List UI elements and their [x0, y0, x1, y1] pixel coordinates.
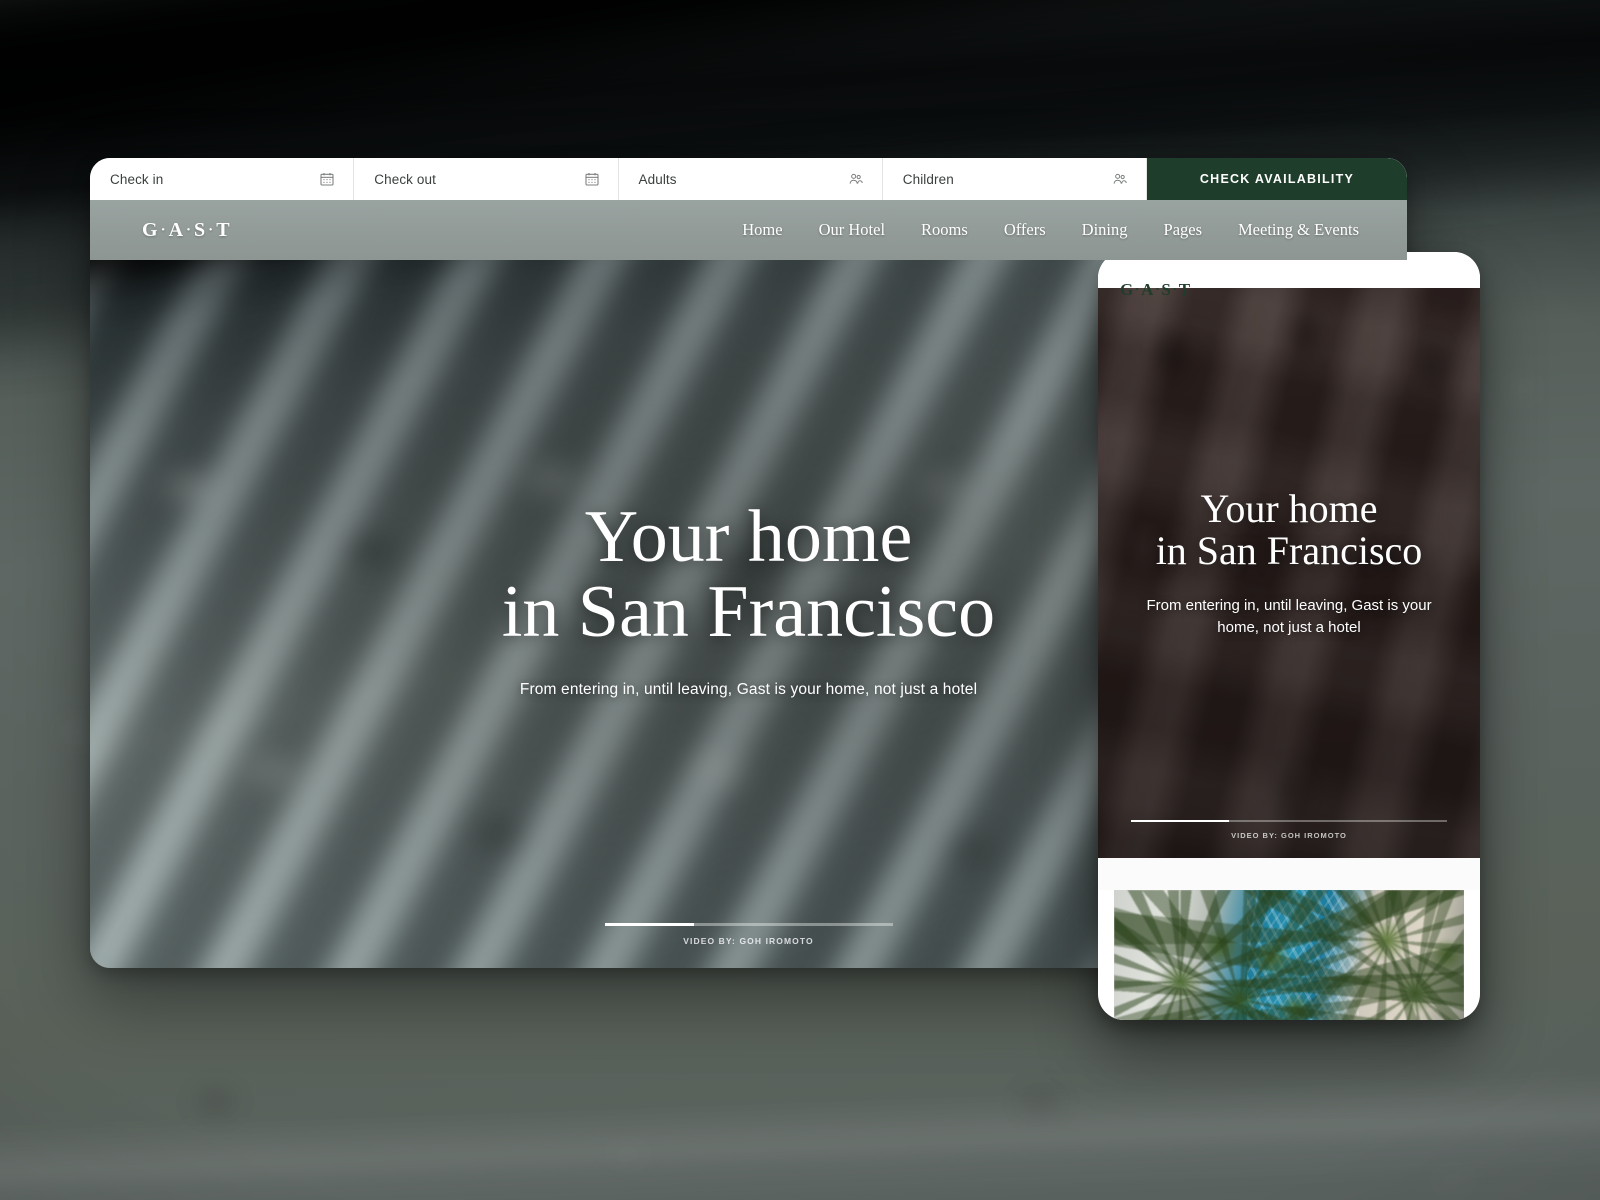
hero-footer: VIDEO BY: GOH IROMOTO — [90, 923, 1407, 946]
check-out-placeholder: Check out — [374, 171, 436, 187]
mobile-hero-heading-line-1: Your home — [1200, 486, 1378, 531]
main-navigation: G · A · S · T Home Our Hotel Rooms Offers Dini… — [90, 200, 1407, 260]
logo-letter-t: T — [216, 218, 231, 241]
nav-item-our-hotel[interactable]: Our Hotel — [819, 220, 885, 240]
mobile-site-logo[interactable]: G·A·S·T — [1120, 280, 1191, 300]
adults-field[interactable]: Adults — [619, 158, 883, 200]
nav-item-home[interactable]: Home — [742, 220, 782, 240]
logo-separator: · — [208, 221, 215, 238]
nav-item-dining[interactable]: Dining — [1082, 220, 1128, 240]
logo-letter-s: S — [1161, 280, 1172, 299]
hero-heading-line-2: in San Francisco — [501, 571, 996, 654]
children-field[interactable]: Children — [883, 158, 1147, 200]
check-out-field[interactable]: Check out — [354, 158, 619, 200]
mobile-hero-subtitle: From entering in, until leaving, Gast is… — [1146, 596, 1432, 636]
logo-letter-s: S — [194, 218, 207, 241]
calendar-icon — [584, 171, 600, 187]
video-progress-fill — [604, 923, 694, 926]
nav-item-pages[interactable]: Pages — [1164, 220, 1203, 240]
logo-letter-a: A — [1141, 280, 1155, 299]
logo-letter-t: T — [1178, 280, 1191, 299]
logo-letter-g: G — [142, 218, 159, 241]
mobile-hero-heading: Your home in San Francisco — [1155, 486, 1423, 574]
hero-heading-line-1: Your home — [584, 496, 913, 578]
adults-placeholder: Adults — [638, 171, 677, 187]
people-icon — [848, 171, 864, 187]
nav-links: Home Our Hotel Rooms Offers Dining Pages… — [742, 220, 1359, 240]
hero-subtitle: From entering in, until leaving, Gast is… — [519, 680, 978, 698]
mobile-video-progress-fill — [1131, 819, 1229, 822]
nav-item-rooms[interactable]: Rooms — [921, 220, 968, 240]
check-in-placeholder: Check in — [110, 171, 164, 187]
video-credit: VIDEO BY: GOH IROMOTO — [683, 936, 814, 946]
mobile-hero-section: Your home in San Francisco From entering… — [1098, 288, 1480, 858]
booking-bar: Check in Check out Adults Children CHECK… — [90, 158, 1407, 200]
logo-separator: · — [1172, 281, 1178, 296]
mobile-video-progress-bar[interactable] — [1131, 819, 1447, 822]
calendar-icon — [319, 171, 335, 187]
mobile-video-credit: VIDEO BY: GOH IROMOTO — [1231, 831, 1347, 840]
mobile-hero-content: Your home in San Francisco From entering… — [1098, 288, 1480, 858]
hero-heading: Your home in San Francisco — [501, 499, 996, 654]
screenshot-stage: Check in Check out Adults Children CHECK… — [0, 0, 1600, 1200]
check-in-field[interactable]: Check in — [90, 158, 355, 200]
logo-separator: · — [160, 221, 167, 238]
logo-letter-a: A — [168, 218, 185, 241]
logo-letter-g: G — [1120, 280, 1135, 299]
site-logo[interactable]: G · A · S · T — [142, 219, 231, 242]
mobile-hero-footer: VIDEO BY: GOH IROMOTO — [1098, 819, 1480, 840]
children-placeholder: Children — [902, 171, 954, 187]
nav-item-meeting-events[interactable]: Meeting & Events — [1238, 220, 1359, 240]
logo-separator: · — [186, 221, 193, 238]
people-icon — [1112, 171, 1128, 187]
mobile-hero-heading-line-2: in San Francisco — [1155, 528, 1423, 574]
video-progress-bar[interactable] — [604, 923, 893, 926]
nav-item-offers[interactable]: Offers — [1004, 220, 1046, 240]
check-availability-button[interactable]: CHECK AVAILABILITY — [1147, 158, 1407, 200]
